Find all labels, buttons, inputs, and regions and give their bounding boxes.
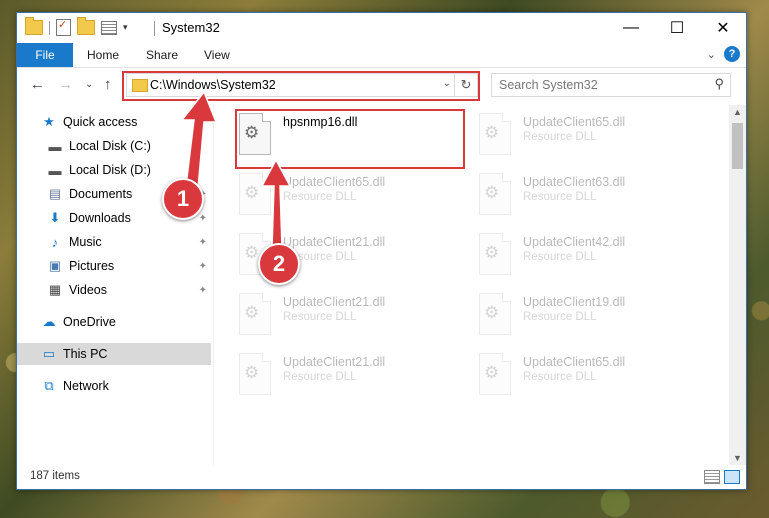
arrow-2 [260, 158, 292, 249]
annotation-arrows [180, 90, 292, 249]
arrow-1 [180, 90, 218, 189]
step-2-badge: 2 [258, 243, 300, 285]
step-1-badge: 1 [162, 178, 204, 220]
